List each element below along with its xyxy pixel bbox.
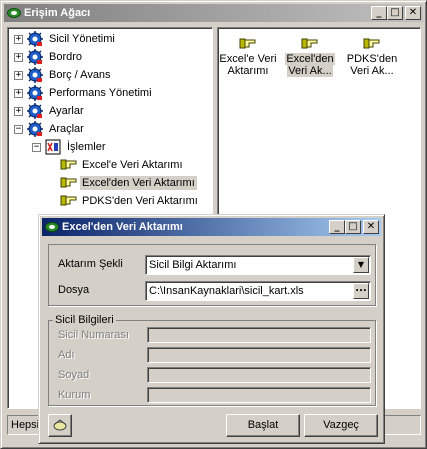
tree-item-label: Araçlar — [49, 123, 84, 135]
tree-item-label: Excel'e Veri Aktarımı — [82, 159, 183, 171]
item-pdks-import[interactable]: PDKS'den Veri Ak... — [342, 36, 402, 77]
dialog-close-button[interactable]: ✕ — [363, 220, 379, 234]
tree-item-label: Sicil Yönetimi — [49, 33, 115, 45]
expand-icon[interactable]: + — [14, 106, 23, 116]
pointing-hand-icon — [60, 193, 80, 210]
institution-field — [147, 387, 371, 403]
dialog-title: Excel'den Veri Aktarımı — [62, 221, 183, 233]
tree-item-label: Excel'den Veri Aktarımı — [80, 176, 197, 190]
transfer-groupbox: Aktarım Şekli Sicil Bilgi Aktarımı ▼ Dos… — [48, 244, 376, 306]
name-field — [147, 347, 371, 363]
start-button-label: Başlat — [247, 419, 279, 431]
tree-item-ayarlar[interactable]: + Ayarlar — [14, 102, 86, 120]
item-excel-export[interactable]: Excel'e Veri Aktarımı — [218, 36, 278, 77]
maximize-button[interactable]: □ — [387, 6, 403, 20]
item-excel-import-label-2: Veri Ak... — [287, 65, 333, 77]
tree-item-label: Bordro — [49, 51, 83, 63]
pointing-hand-icon — [363, 38, 380, 49]
help-wand-icon — [53, 419, 67, 431]
file-path-input[interactable]: C:\InsanKaynaklari\sicil_kart.xls — [145, 281, 371, 301]
browse-button[interactable]: ... — [353, 283, 369, 299]
pointing-hand-icon — [301, 38, 318, 49]
employee-info-groupbox: Sicil Bilgileri Sicil Numarası Adı Soyad… — [48, 314, 376, 406]
cancel-button-label: Vazgeç — [323, 419, 359, 431]
tree-item-performans[interactable]: + Performans Yönetimi — [14, 84, 154, 102]
collapse-icon[interactable]: − — [32, 142, 41, 152]
expand-icon[interactable]: + — [14, 52, 23, 62]
tree-item-label: Borç / Avans — [49, 69, 111, 81]
sicil-number-label: Sicil Numarası — [58, 329, 129, 341]
collapse-icon[interactable]: − — [14, 124, 23, 134]
module-gear-icon — [27, 49, 43, 65]
expand-icon[interactable]: + — [14, 88, 23, 98]
item-excel-export-label-2: Aktarımı — [227, 65, 269, 77]
start-button[interactable]: Başlat — [226, 414, 300, 437]
tree-item-excel-export[interactable]: Excel'e Veri Aktarımı — [56, 156, 185, 174]
cancel-button[interactable]: Vazgeç — [304, 414, 378, 437]
tree-item-bordro[interactable]: + Bordro — [14, 48, 84, 66]
tree-item-label: Ayarlar — [49, 105, 84, 117]
chevron-down-icon[interactable]: ▼ — [353, 257, 369, 273]
dialog-title-bar[interactable]: Excel'den Veri Aktarımı _ □ ✕ — [42, 218, 381, 236]
pointing-hand-icon — [239, 38, 256, 49]
main-title-bar[interactable]: Erişim Ağacı _ □ ✕ — [4, 4, 423, 22]
transfer-type-select[interactable]: Sicil Bilgi Aktarımı — [145, 255, 371, 275]
item-excel-import-label-1: Excel'den — [285, 53, 335, 65]
module-gear-icon — [27, 85, 43, 101]
tree-item-label: Performans Yönetimi — [49, 87, 152, 99]
item-excel-export-label-1: Excel'e Veri — [219, 53, 277, 65]
tree-item-label: PDKS'den Veri Aktarımı — [82, 195, 198, 207]
pointing-hand-icon — [60, 157, 80, 174]
item-pdks-import-label-2: Veri Ak... — [350, 65, 394, 77]
transfer-type-label: Aktarım Şekli — [58, 258, 123, 270]
tree-item-islemler[interactable]: − İşlemler — [32, 138, 108, 156]
employee-info-caption: Sicil Bilgileri — [53, 314, 116, 326]
expand-icon[interactable]: + — [14, 70, 23, 80]
item-pdks-import-label-1: PDKS'den — [346, 53, 398, 65]
module-gear-icon — [27, 121, 43, 137]
main-window-title: Erişim Ağacı — [24, 7, 91, 19]
module-gear-icon — [27, 103, 43, 119]
tree-item-pdks-import[interactable]: PDKS'den Veri Aktarımı — [56, 192, 200, 210]
pointing-hand-icon — [60, 175, 80, 192]
tree-item-sicil-yonetimi[interactable]: + Sicil Yönetimi — [14, 30, 117, 48]
close-button[interactable]: ✕ — [405, 6, 421, 20]
institution-label: Kurum — [58, 389, 91, 401]
tree-item-borc-avans[interactable]: + Borç / Avans — [14, 66, 113, 84]
tree-item-label: İşlemler — [67, 141, 106, 153]
item-excel-import[interactable]: Excel'den Veri Ak... — [280, 36, 340, 77]
name-label: Adı — [58, 349, 75, 361]
surname-label: Soyad — [58, 369, 90, 381]
sicil-number-field — [147, 327, 371, 343]
module-gear-icon — [27, 31, 43, 47]
app-eye-icon — [7, 8, 21, 18]
surname-field — [147, 367, 371, 383]
help-button[interactable] — [48, 414, 72, 437]
module-gear-icon — [27, 67, 43, 83]
import-dialog: Excel'den Veri Aktarımı _ □ ✕ Aktarım Şe… — [38, 214, 385, 444]
app-eye-icon — [45, 222, 59, 232]
expand-icon[interactable]: + — [14, 34, 23, 44]
operations-icon — [45, 139, 61, 155]
tree-item-excel-import[interactable]: Excel'den Veri Aktarımı — [56, 174, 197, 192]
dialog-maximize-button[interactable]: □ — [345, 220, 361, 234]
minimize-button[interactable]: _ — [371, 6, 387, 20]
tree-item-araclar[interactable]: − Araçlar — [14, 120, 86, 138]
dialog-minimize-button[interactable]: _ — [329, 220, 345, 234]
file-label: Dosya — [58, 284, 90, 296]
